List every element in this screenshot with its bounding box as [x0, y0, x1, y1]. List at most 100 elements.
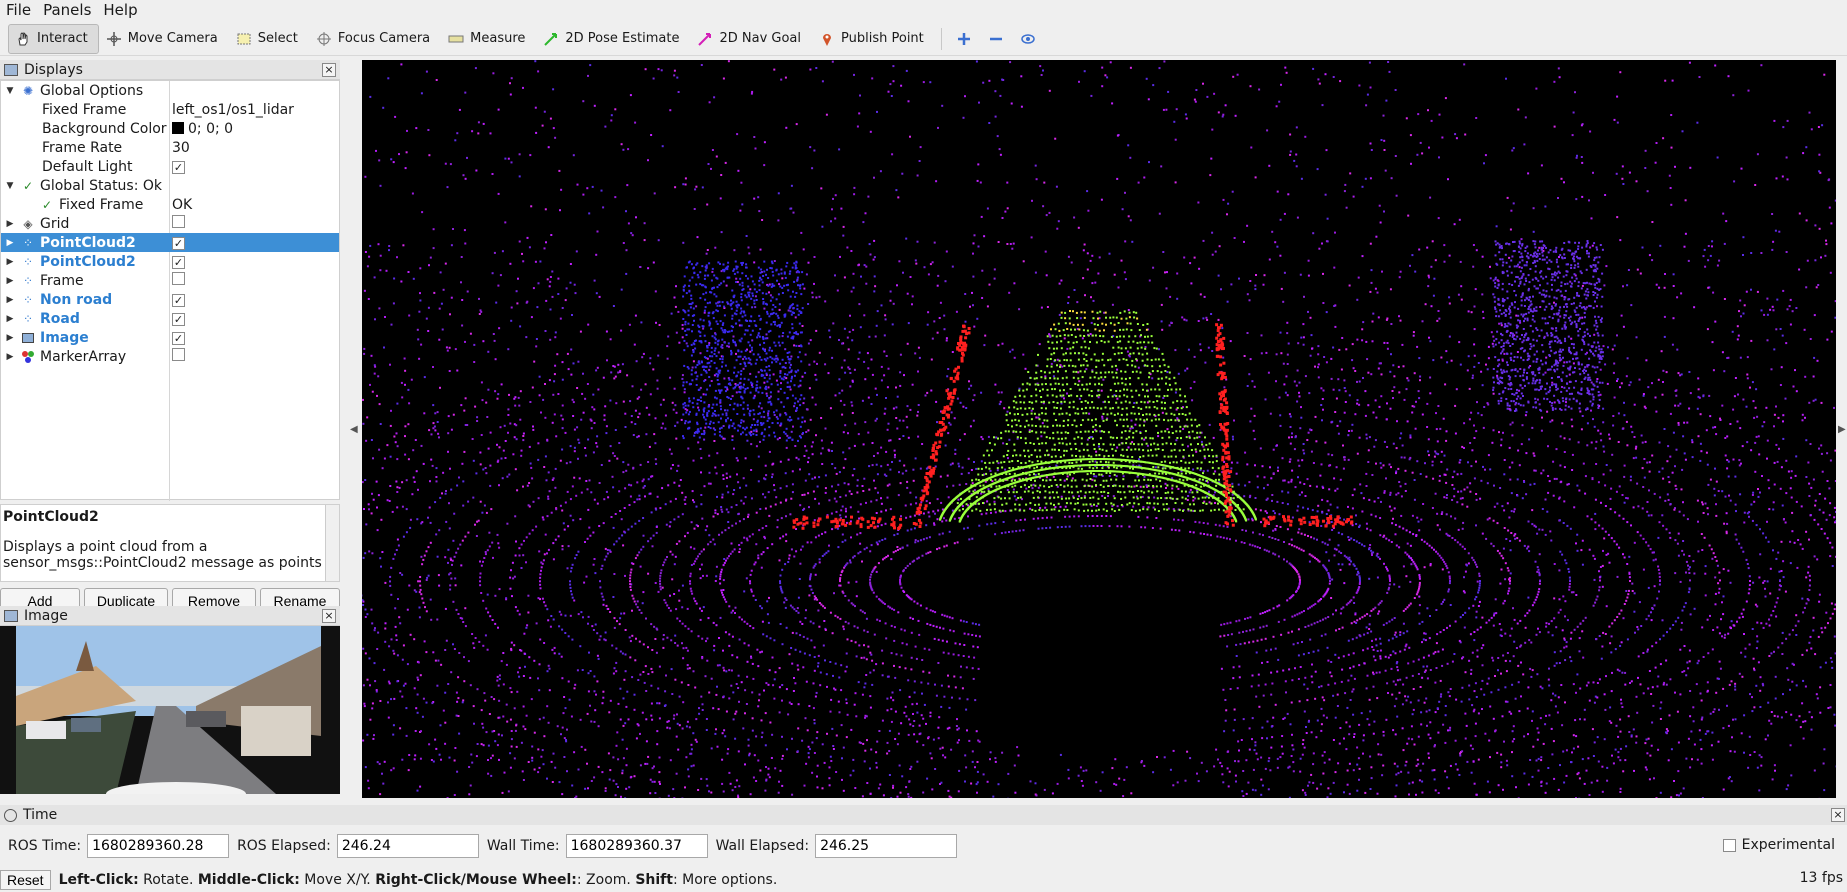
expanded-arrow-icon[interactable]: ▼ [4, 86, 16, 96]
display-item-row[interactable]: ▶ ⁘ PointCloud2 ✓ [1, 233, 339, 252]
experimental-toggle[interactable]: Experimental [1722, 837, 1835, 853]
display-item-checkbox[interactable]: ✓ [172, 292, 185, 308]
image-title: Image [24, 607, 68, 624]
green-arrow-icon [544, 32, 558, 46]
camera-image [0, 626, 340, 794]
display-item-label: Image [40, 329, 89, 346]
focus-camera-label: Focus Camera [337, 31, 431, 46]
checkbox-unchecked[interactable] [172, 272, 185, 285]
collapsed-arrow-icon[interactable]: ▶ [4, 219, 16, 229]
background-color-label: Background Color [42, 120, 167, 137]
view-options-button[interactable] [1012, 24, 1044, 54]
close-icon[interactable]: × [1831, 808, 1845, 822]
reset-button[interactable]: Reset [0, 870, 51, 890]
description-scrollbar[interactable] [325, 505, 339, 581]
close-icon[interactable]: × [322, 63, 336, 77]
global-status-row[interactable]: ▼ ✓ Global Status: Ok [1, 176, 339, 195]
ros-time-label: ROS Time: [8, 838, 82, 854]
nav-goal-tool[interactable]: 2D Nav Goal [690, 24, 812, 54]
default-light-checkbox[interactable]: ✓ [172, 159, 185, 175]
focus-camera-tool[interactable]: Focus Camera [309, 24, 441, 54]
collapsed-arrow-icon[interactable]: ▶ [4, 238, 16, 248]
menu-panels[interactable]: Panels [37, 1, 97, 19]
fixed-frame-row[interactable]: Fixed Frame left_os1/os1_lidar [1, 100, 339, 119]
display-item-checkbox[interactable]: ✓ [172, 311, 185, 327]
pose-estimate-tool[interactable]: 2D Pose Estimate [536, 24, 690, 54]
collapse-left-icon[interactable]: ◀ [350, 424, 358, 435]
display-item-row[interactable]: ▶ ⁘ Frame [1, 271, 339, 290]
checkbox-checked[interactable]: ✓ [172, 312, 185, 326]
collapse-right-icon[interactable]: ▶ [1838, 424, 1846, 435]
measure-tool[interactable]: Measure [441, 24, 536, 54]
collapsed-arrow-icon[interactable]: ▶ [4, 257, 16, 267]
display-item-row[interactable]: ▶ Image ✓ [1, 328, 339, 347]
close-icon[interactable]: × [322, 609, 336, 623]
collapsed-arrow-icon[interactable]: ▶ [4, 276, 16, 286]
display-item-row[interactable]: ▶ ◈ Grid [1, 214, 339, 233]
display-item-checkbox[interactable] [172, 348, 185, 365]
menu-help[interactable]: Help [97, 1, 143, 19]
select-icon [237, 33, 251, 44]
global-options-row[interactable]: ▼ ✺ Global Options [1, 81, 339, 100]
displays-tree: ▼ ✺ Global Options Fixed Frame left_os1/… [0, 80, 340, 501]
checkbox-checked[interactable]: ✓ [172, 236, 185, 250]
shift-hint: Shift [635, 872, 673, 888]
checkbox-checked[interactable]: ✓ [172, 293, 185, 307]
globe-icon: ✺ [22, 83, 34, 98]
ros-elapsed-field[interactable] [336, 834, 479, 858]
3d-viewport[interactable] [362, 60, 1836, 798]
collapsed-arrow-icon[interactable]: ▶ [4, 352, 16, 362]
interact-tool[interactable]: Interact [8, 23, 99, 54]
expanded-arrow-icon[interactable]: ▼ [4, 181, 16, 191]
remove-tool-button[interactable] [980, 24, 1012, 54]
collapsed-arrow-icon[interactable]: ▶ [4, 314, 16, 324]
display-item-row[interactable]: ▶ MarkerArray [1, 347, 339, 366]
frame-rate-value[interactable]: 30 [172, 140, 190, 156]
time-panel: ROS Time: ROS Elapsed: Wall Time: Wall E… [0, 832, 1847, 860]
background-color-value[interactable]: 0; 0; 0 [172, 121, 233, 137]
display-item-row[interactable]: ▶ ⁘ Road ✓ [1, 309, 339, 328]
add-tool-button[interactable] [948, 24, 980, 54]
collapsed-arrow-icon[interactable]: ▶ [4, 333, 16, 343]
experimental-checkbox[interactable] [1722, 838, 1736, 852]
marker-array-icon [20, 350, 36, 364]
status-fixed-frame-row[interactable]: ✓ Fixed Frame OK [1, 195, 339, 214]
fps-counter: 13 fps [1799, 870, 1843, 886]
checkbox-checked[interactable]: ✓ [172, 331, 185, 345]
display-item-row[interactable]: ▶ ⁘ PointCloud2 ✓ [1, 252, 339, 271]
display-item-checkbox[interactable]: ✓ [172, 235, 185, 251]
frame-rate-row[interactable]: Frame Rate 30 [1, 138, 339, 157]
point-cloud-render[interactable] [362, 60, 1836, 798]
move-camera-tool[interactable]: Move Camera [99, 24, 229, 54]
pointcloud-icon: ⁘ [22, 273, 34, 288]
checkbox-checked[interactable]: ✓ [172, 160, 185, 174]
right-click-hint: Right-Click/Mouse Wheel: [375, 872, 577, 888]
publish-point-tool[interactable]: Publish Point [812, 24, 935, 54]
wall-elapsed-field[interactable] [815, 834, 958, 858]
select-tool[interactable]: Select [229, 24, 309, 54]
checkbox-checked[interactable]: ✓ [172, 255, 185, 269]
menu-file[interactable]: File [0, 1, 37, 19]
ros-time-field[interactable] [87, 834, 230, 858]
collapsed-arrow-icon[interactable]: ▶ [4, 295, 16, 305]
background-color-row[interactable]: Background Color 0; 0; 0 [1, 119, 339, 138]
displays-title: Displays [24, 61, 83, 78]
display-item-label: Road [40, 310, 80, 327]
display-description: PointCloud2 Displays a point cloud from … [0, 504, 340, 582]
display-item-row[interactable]: ▶ ⁘ Non road ✓ [1, 290, 339, 309]
display-item-label: Grid [40, 215, 70, 232]
select-label: Select [257, 31, 298, 46]
checkbox-unchecked[interactable] [172, 348, 185, 361]
fixed-frame-value[interactable]: left_os1/os1_lidar [172, 102, 294, 118]
clock-icon [4, 808, 17, 822]
measure-label: Measure [470, 31, 526, 46]
display-item-checkbox[interactable] [172, 272, 185, 289]
wall-time-field[interactable] [565, 834, 708, 858]
eye-icon [1021, 33, 1035, 44]
display-item-checkbox[interactable] [172, 215, 185, 232]
checkbox-unchecked[interactable] [172, 215, 185, 228]
display-item-checkbox[interactable]: ✓ [172, 254, 185, 270]
display-item-checkbox[interactable]: ✓ [172, 330, 185, 346]
display-item-label: MarkerArray [40, 348, 127, 365]
default-light-row[interactable]: Default Light ✓ [1, 157, 339, 176]
